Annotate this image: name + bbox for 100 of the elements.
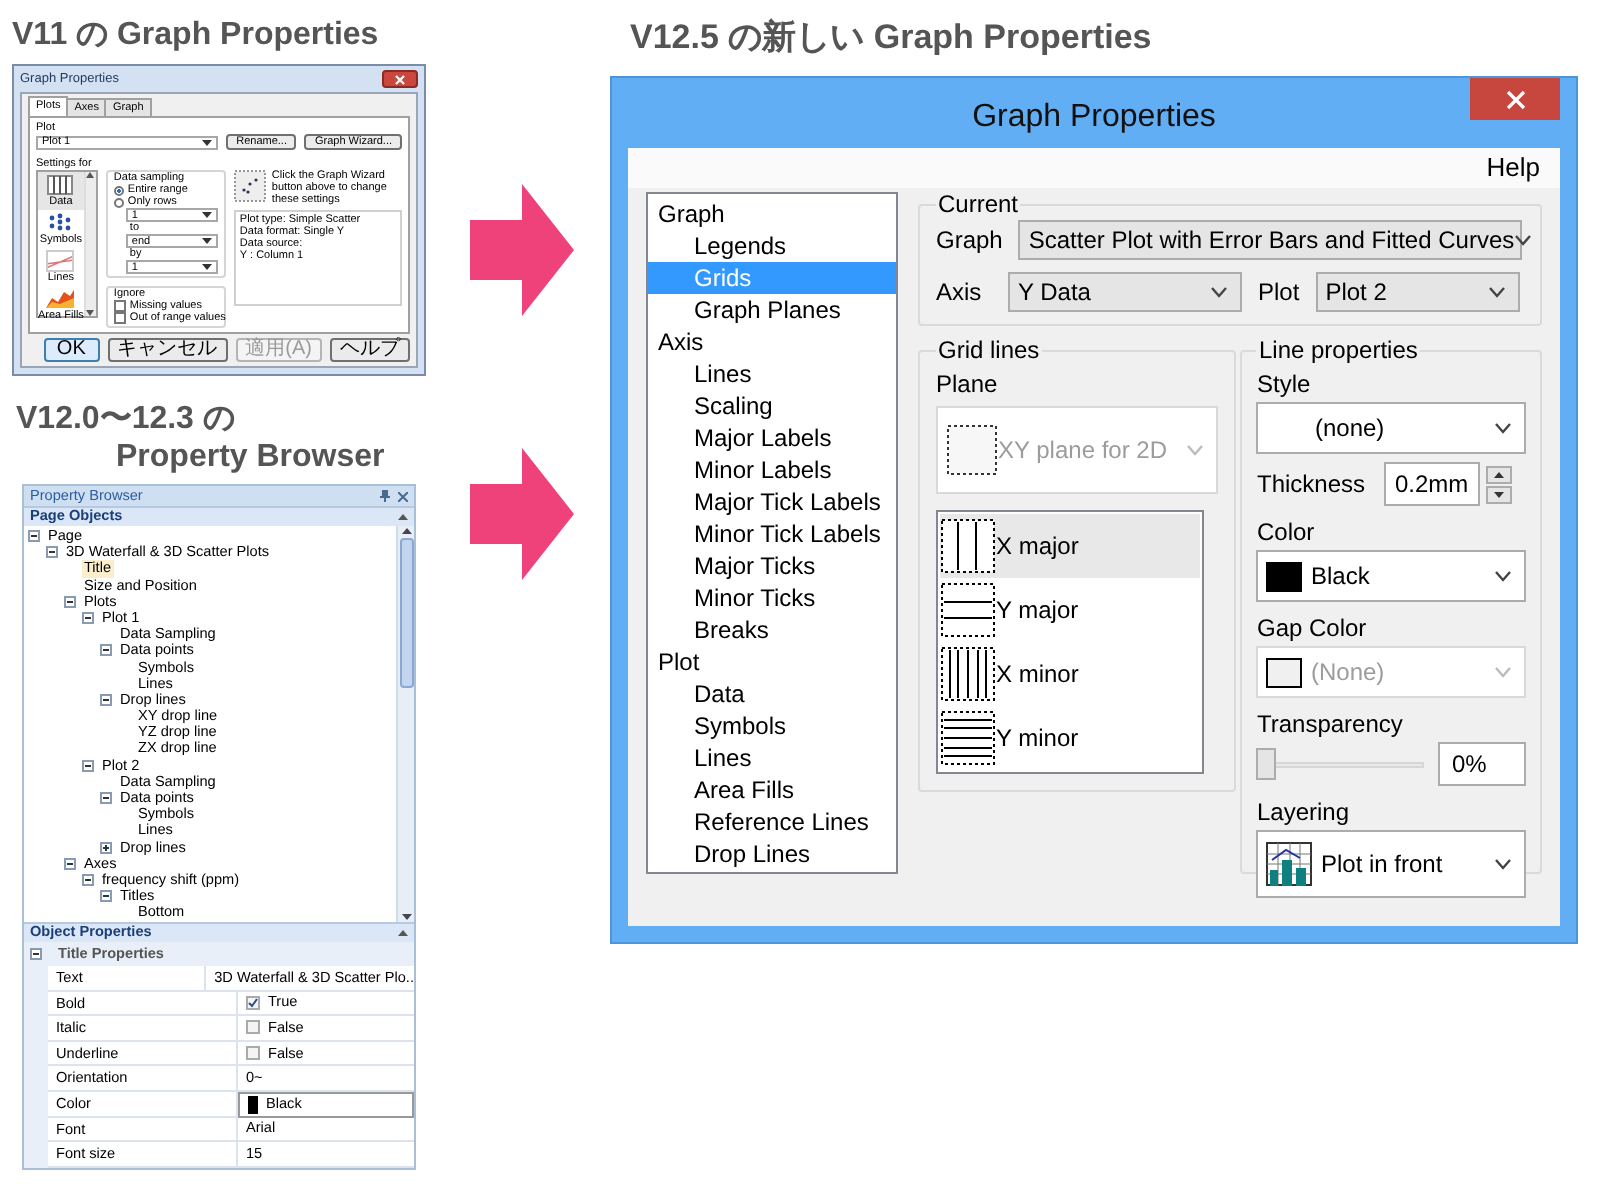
nav-item[interactable]: Axis (648, 326, 896, 358)
spin-up-button[interactable] (1486, 465, 1513, 483)
nav-item[interactable]: Symbols (648, 710, 896, 742)
dropdown-value: Scatter Plot with Error Bars and Fitted Curves (1028, 224, 1515, 258)
nav-item[interactable]: Drop Lines (648, 838, 896, 870)
slider-thumb[interactable] (1256, 748, 1277, 780)
nav-item[interactable]: Reference Lines (648, 806, 896, 838)
dropdown-value: (None) (1310, 656, 1385, 690)
nav-item[interactable]: Major Tick Labels (648, 486, 896, 518)
pin-icon[interactable] (380, 490, 390, 502)
chevron-down-icon (1186, 444, 1205, 456)
chevron-down-icon (1494, 666, 1512, 678)
nav-item[interactable]: Minor Labels (648, 454, 896, 486)
radio-button[interactable] (113, 197, 124, 207)
nav-item[interactable]: Graph (648, 198, 896, 230)
field-label: Color (1256, 516, 1317, 550)
minus-box-icon[interactable] (100, 644, 112, 657)
field-label: Layering (1256, 796, 1352, 830)
nav-item[interactable]: Minor Ticks (648, 582, 896, 614)
field-label: Thickness (1256, 468, 1368, 502)
close-icon[interactable] (398, 491, 408, 501)
field-label: Gap Color (1256, 612, 1369, 646)
checkbox-icon[interactable] (246, 995, 260, 1010)
minus-box-icon[interactable] (64, 857, 76, 870)
close-icon (394, 73, 406, 85)
dropdown-value: Plot 2 (1325, 276, 1387, 310)
swatch-icon (1266, 657, 1303, 687)
swatch-icon (1266, 561, 1303, 591)
down-arrow-icon (86, 310, 95, 316)
spin-down-button[interactable] (1486, 485, 1513, 503)
dropdown-value: Black (1310, 560, 1370, 594)
chevron-down-icon (1494, 858, 1512, 870)
chevron-down-icon (201, 264, 212, 270)
collapse-icon (398, 930, 408, 936)
list-item[interactable]: X major (940, 514, 1200, 578)
chevron-down-icon (1494, 422, 1512, 434)
dropdown[interactable]: Y Data (1008, 272, 1242, 312)
minus-box-icon[interactable] (82, 612, 94, 625)
list-item[interactable]: Y major (940, 578, 1200, 642)
radio-button[interactable] (113, 185, 124, 195)
up-arrow-icon (86, 172, 95, 178)
group-title: Line properties (1256, 336, 1420, 366)
nav-item[interactable]: Lines (648, 742, 896, 774)
minus-box-icon[interactable] (30, 948, 42, 960)
up-arrow-icon (401, 528, 411, 534)
item-label: Y major (996, 594, 1079, 628)
minus-box-icon[interactable] (100, 792, 112, 805)
field-label: Graph (936, 224, 1003, 258)
down-arrow-icon (1494, 491, 1505, 497)
minus-box-icon[interactable] (46, 546, 58, 559)
minus-box-icon[interactable] (100, 693, 112, 706)
menu-item[interactable]: Help (1486, 148, 1540, 188)
heading: V12.0〜12.3 の (14, 400, 235, 438)
nav-item[interactable]: Major Ticks (648, 550, 896, 582)
chevron-down-icon (201, 238, 212, 244)
input-field[interactable]: 0% (1438, 742, 1526, 786)
dialog-button[interactable]: ヘルプ (330, 338, 410, 362)
nav-item[interactable]: Graph Planes (648, 294, 896, 326)
minus-box-icon[interactable] (28, 530, 40, 543)
table-icon (46, 174, 75, 196)
dialog-button[interactable]: キャンセル (107, 338, 228, 362)
nav-item[interactable]: Major Labels (648, 422, 896, 454)
close-button[interactable] (1470, 78, 1560, 120)
dialog-button[interactable]: OK (43, 338, 100, 362)
scrollbar[interactable] (396, 526, 414, 922)
right-arrow-icon (470, 184, 574, 316)
close-button[interactable] (382, 70, 418, 88)
dropdown[interactable]: Plot 2 (1315, 272, 1520, 312)
heading: Property Browser (114, 438, 385, 476)
field-label: Transparency (1256, 708, 1405, 742)
chevron-down-icon (1487, 286, 1506, 298)
dropdown[interactable]: Plot in front (1256, 830, 1526, 898)
nav-item[interactable]: Breaks (648, 614, 896, 646)
dropdown-value: XY plane for 2D (998, 434, 1167, 468)
minus-box-icon[interactable] (82, 874, 94, 887)
dropdown[interactable]: Black (1256, 550, 1526, 602)
field-label: Plot (1258, 276, 1300, 310)
nav-item[interactable]: Area Fills (648, 774, 896, 806)
checkbox-icon[interactable] (113, 312, 126, 324)
nav-item[interactable]: Lines (648, 358, 896, 390)
plus-box-icon[interactable] (100, 841, 112, 854)
minus-box-icon[interactable] (64, 595, 76, 608)
dropdown-value: Y Data (1018, 276, 1091, 310)
nav-item[interactable]: Data (648, 678, 896, 710)
nav-item[interactable]: Minor Tick Labels (648, 518, 896, 550)
scrollbar-thumb[interactable] (399, 538, 413, 688)
scrollbar[interactable] (83, 172, 96, 316)
input-field[interactable]: 0.2mm (1384, 462, 1481, 506)
checkbox-icon[interactable] (113, 300, 126, 312)
dropdown[interactable]: (none) (1256, 402, 1526, 454)
checkbox-icon[interactable] (246, 1046, 260, 1061)
checkbox-icon[interactable] (246, 1020, 260, 1035)
minus-box-icon[interactable] (82, 759, 94, 772)
minus-box-icon[interactable] (100, 890, 112, 903)
bar-chart-icon (1266, 842, 1313, 886)
nav-item[interactable]: Scaling (648, 390, 896, 422)
list-item[interactable]: Y minor (940, 706, 1200, 770)
list-item[interactable]: X minor (940, 642, 1200, 706)
nav-item[interactable]: Plot (648, 646, 896, 678)
nav-item[interactable]: Legends (648, 230, 896, 262)
